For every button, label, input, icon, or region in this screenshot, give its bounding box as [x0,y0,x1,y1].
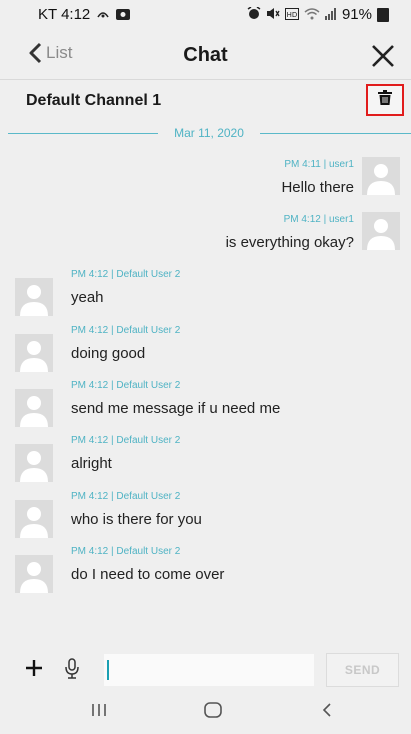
divider-line-left [8,133,158,134]
microphone-icon [64,658,80,684]
message-meta: PM 4:12 | Default User 2 [71,269,181,281]
message-text: do I need to come over [71,565,225,583]
status-bar: KT 4:12 HD 91% [0,0,411,30]
date-divider: Mar 11, 2020 [8,125,411,143]
message-text: alright [71,455,112,473]
back-icon [321,702,333,723]
photo-icon [116,8,131,22]
status-left: KT 4:12 [38,6,131,23]
alarm-icon [247,6,261,22]
close-icon [369,45,397,74]
attach-button[interactable] [24,658,44,678]
avatar [15,499,53,538]
nfc-icon [96,8,110,22]
recent-apps-icon [91,702,107,723]
mute-icon [266,7,280,22]
text-caret [107,660,109,680]
avatar [362,157,400,195]
system-back-button[interactable] [312,700,342,724]
status-right: HD 91% [247,6,389,23]
date-label: Mar 11, 2020 [174,126,244,140]
message-row: PM 4:12 | Default User 2 alright [0,433,411,483]
message-meta: PM 4:12 | Default User 2 [71,379,181,391]
message-text: is everything okay? [225,234,354,251]
trash-icon [378,90,392,110]
battery-percent: 91% [341,6,372,23]
app-header: List Chat [0,30,411,80]
avatar [15,388,53,427]
message-text: doing good [71,344,146,362]
message-text: who is there for you [71,510,202,528]
avatar [15,278,53,317]
message-meta: PM 4:12 | Default User 2 [71,435,181,447]
home-icon [204,701,222,723]
system-nav-bar [0,692,411,734]
home-button[interactable] [198,700,228,724]
voice-button[interactable] [64,658,80,680]
avatar [15,333,53,372]
recent-apps-button[interactable] [84,700,114,724]
message-input[interactable] [104,654,314,686]
avatar [15,444,53,483]
plus-icon [24,660,44,682]
message-row: PM 4:12 | Default User 2 doing good [0,323,411,373]
message-row: PM 4:12 | Default User 2 do I need to com… [0,544,411,594]
message-meta: PM 4:12 | Default User 2 [71,490,181,502]
input-bar: SEND [0,648,411,692]
message-meta: PM 4:12 | Default User 2 [71,324,181,336]
carrier-time: KT 4:12 [38,6,91,23]
message-row: PM 4:12 | Default User 2 send me message … [0,378,411,428]
page-title: Chat [183,44,228,66]
message-meta: PM 4:12 | user1 [283,214,354,225]
close-button[interactable] [369,42,397,70]
avatar [362,212,400,250]
message-row: PM 4:12 | Default User 2 who is there for… [0,489,411,539]
message-row: PM 4:11 | user1 Hello there [0,157,411,207]
delete-channel-button[interactable] [366,84,404,116]
divider-line-right [260,133,411,134]
message-text: yeah [71,289,104,307]
channel-name: Default Channel 1 [26,92,162,109]
send-button[interactable]: SEND [326,653,399,687]
wifi-icon [304,7,320,22]
svg-text:HD: HD [287,11,298,19]
message-text: Hello there [281,179,354,196]
channel-bar: Default Channel 1 [0,81,411,119]
hd-icon: HD [284,7,299,22]
message-row: PM 4:12 | Default User 2 yeah [0,267,411,317]
message-text: send me message if u need me [71,399,281,417]
battery-icon [377,7,389,22]
signal-icon [324,7,337,22]
message-meta: PM 4:11 | user1 [284,159,354,170]
message-meta: PM 4:12 | Default User 2 [71,545,181,557]
avatar [15,554,53,593]
message-row: PM 4:12 | user1 is everything okay? [0,212,411,262]
